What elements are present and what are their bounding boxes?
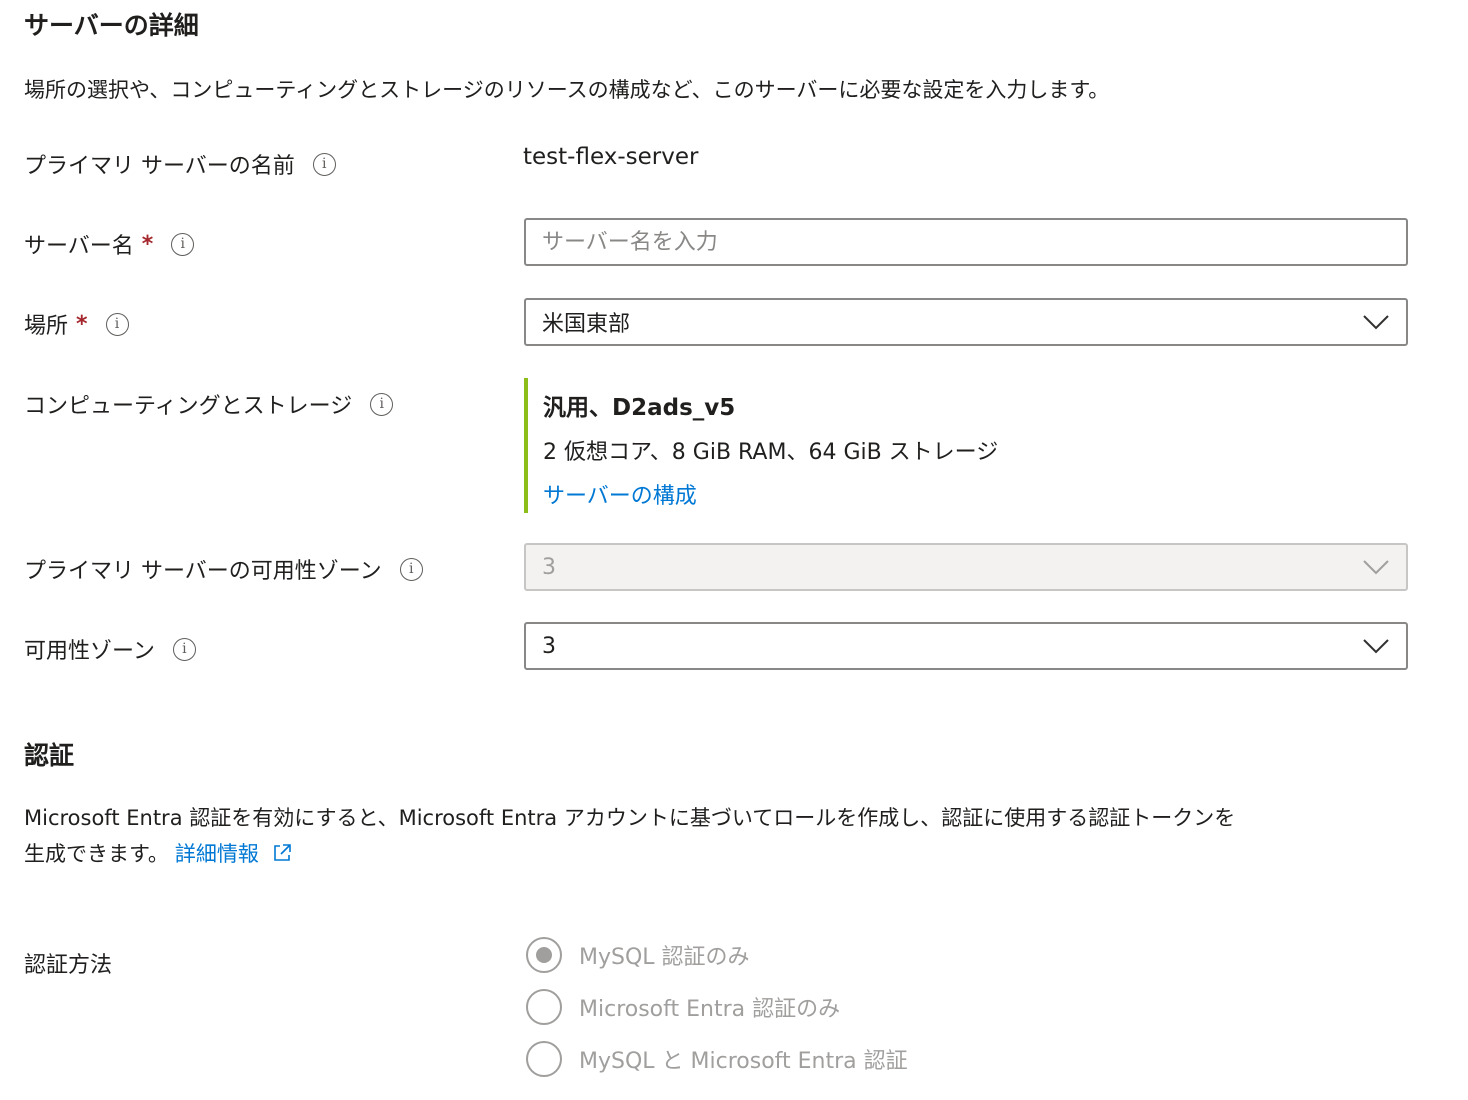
radio-button-checked[interactable] bbox=[526, 937, 562, 973]
radio-button[interactable] bbox=[526, 989, 562, 1025]
radio-option-mysql-only[interactable]: MySQL 認証のみ bbox=[526, 937, 750, 973]
server-details-description: 場所の選択や、コンピューティングとストレージのリソースの構成など、このサーバーに… bbox=[24, 78, 1110, 102]
location-dropdown[interactable]: 米国東部 bbox=[524, 298, 1408, 346]
info-icon[interactable]: i bbox=[370, 392, 394, 416]
server-name-label: サーバー名 bbox=[24, 234, 134, 259]
compute-storage-row: コンピューティングとストレージ i bbox=[24, 388, 394, 420]
authentication-method-label: 認証方法 bbox=[24, 953, 113, 978]
info-icon[interactable]: i bbox=[171, 232, 195, 256]
info-icon[interactable]: i bbox=[312, 152, 336, 176]
authentication-description-line2-row: 生成できます。 詳細情報 bbox=[24, 838, 1324, 868]
configure-server-link[interactable]: サーバーの構成 bbox=[543, 478, 1124, 510]
learn-more-link[interactable]: 詳細情報 bbox=[175, 838, 259, 868]
authentication-description-line2: 生成できます。 bbox=[24, 842, 169, 866]
radio-option-mysql-and-entra[interactable]: MySQL と Microsoft Entra 認証 bbox=[526, 1041, 908, 1077]
primary-availability-zone-label: プライマリ サーバーの可用性ゾーン bbox=[24, 559, 382, 584]
server-name-field[interactable] bbox=[524, 218, 1408, 266]
primary-server-name-row: プライマリ サーバーの名前 i bbox=[24, 148, 336, 180]
radio-option-label: MySQL と Microsoft Entra 認証 bbox=[579, 1049, 908, 1074]
info-icon[interactable]: i bbox=[105, 312, 129, 336]
info-icon[interactable]: i bbox=[172, 637, 196, 661]
authentication-description-line1: Microsoft Entra 認証を有効にすると、Microsoft Entr… bbox=[24, 806, 1236, 830]
radio-button[interactable] bbox=[526, 1041, 562, 1077]
compute-storage-label: コンピューティングとストレージ bbox=[24, 394, 353, 419]
authentication-heading: 認証 bbox=[24, 741, 75, 770]
radio-option-label: Microsoft Entra 認証のみ bbox=[579, 997, 841, 1022]
location-row: 場所 * i bbox=[24, 308, 129, 340]
location-selected-value: 米国東部 bbox=[542, 312, 631, 337]
info-icon[interactable]: i bbox=[399, 557, 423, 581]
server-name-input[interactable] bbox=[542, 229, 1390, 255]
primary-availability-zone-value: 3 bbox=[542, 554, 556, 580]
radio-option-label: MySQL 認証のみ bbox=[579, 945, 750, 970]
required-marker: * bbox=[141, 231, 154, 257]
server-details-heading: サーバーの詳細 bbox=[24, 11, 199, 40]
chevron-down-icon bbox=[1363, 315, 1389, 330]
compute-storage-summary: 汎用、D2ads_v5 2 仮想コア、8 GiB RAM、64 GiB ストレー… bbox=[524, 378, 1124, 513]
availability-zone-row: 可用性ゾーン i bbox=[24, 633, 196, 665]
primary-server-name-label: プライマリ サーバーの名前 bbox=[24, 154, 295, 179]
location-label: 場所 bbox=[24, 314, 69, 339]
server-name-row: サーバー名 * i bbox=[24, 228, 195, 260]
radio-option-entra-only[interactable]: Microsoft Entra 認証のみ bbox=[526, 989, 840, 1025]
primary-server-name-value: test-flex-server bbox=[523, 144, 699, 170]
primary-availability-zone-dropdown: 3 bbox=[524, 543, 1408, 591]
authentication-description: Microsoft Entra 認証を有効にすると、Microsoft Entr… bbox=[24, 802, 1324, 868]
chevron-down-icon bbox=[1363, 639, 1389, 654]
availability-zone-label: 可用性ゾーン bbox=[24, 639, 155, 664]
external-link-icon[interactable] bbox=[271, 842, 293, 864]
chevron-down-icon bbox=[1363, 560, 1389, 575]
compute-spec: 2 仮想コア、8 GiB RAM、64 GiB ストレージ bbox=[543, 440, 999, 465]
availability-zone-dropdown[interactable]: 3 bbox=[524, 622, 1408, 670]
availability-zone-value: 3 bbox=[542, 633, 556, 659]
compute-tier: 汎用、D2ads_v5 bbox=[543, 395, 736, 421]
required-marker: * bbox=[76, 311, 88, 337]
primary-availability-zone-row: プライマリ サーバーの可用性ゾーン i bbox=[24, 553, 423, 585]
